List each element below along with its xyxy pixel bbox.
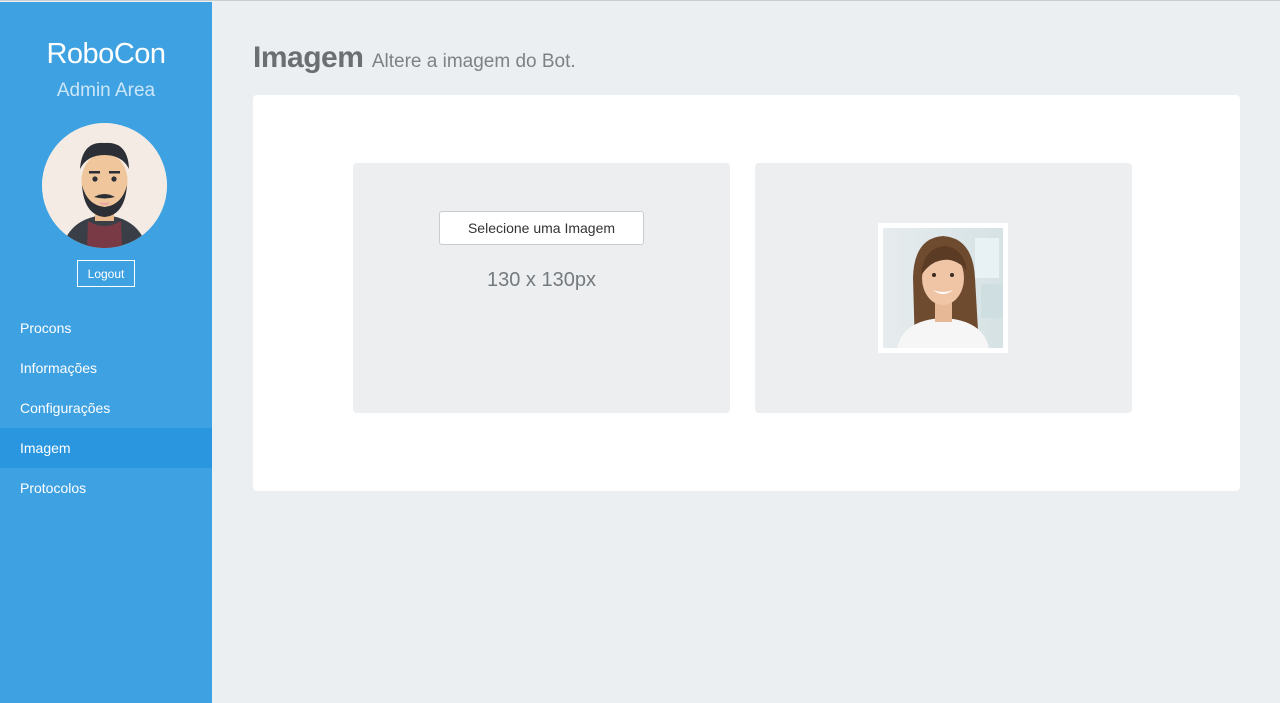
preview-panel <box>755 163 1132 413</box>
brand-title: RoboCon <box>46 38 166 70</box>
sidebar-item-informacoes[interactable]: Informações <box>0 348 212 388</box>
page-header: Imagem Altere a imagem do Bot. <box>253 41 576 75</box>
sidebar-nav: Procons Informações Configurações Imagem… <box>0 308 212 508</box>
bot-image-preview <box>878 223 1008 353</box>
sidebar-item-configuracoes[interactable]: Configurações <box>0 388 212 428</box>
page-subtitle: Altere a imagem do Bot. <box>371 51 576 72</box>
sidebar-item-procons[interactable]: Procons <box>0 308 212 348</box>
brand-subtitle: Admin Area <box>56 80 156 101</box>
sidebar-item-protocolos[interactable]: Protocolos <box>0 468 212 508</box>
user-avatar <box>42 123 167 248</box>
image-size-hint: 130 x 130px <box>487 269 596 291</box>
image-card: Selecione uma Imagem 130 x 130px <box>253 95 1240 491</box>
sidebar-item-imagem[interactable]: Imagem <box>0 428 212 468</box>
sidebar: RoboCon Admin Area Logout Procons Inform… <box>0 2 212 703</box>
page-title: Imagem <box>253 41 364 74</box>
select-image-button[interactable]: Selecione uma Imagem <box>439 211 644 245</box>
logout-button[interactable]: Logout <box>77 260 135 287</box>
upload-panel: Selecione uma Imagem 130 x 130px <box>353 163 730 413</box>
